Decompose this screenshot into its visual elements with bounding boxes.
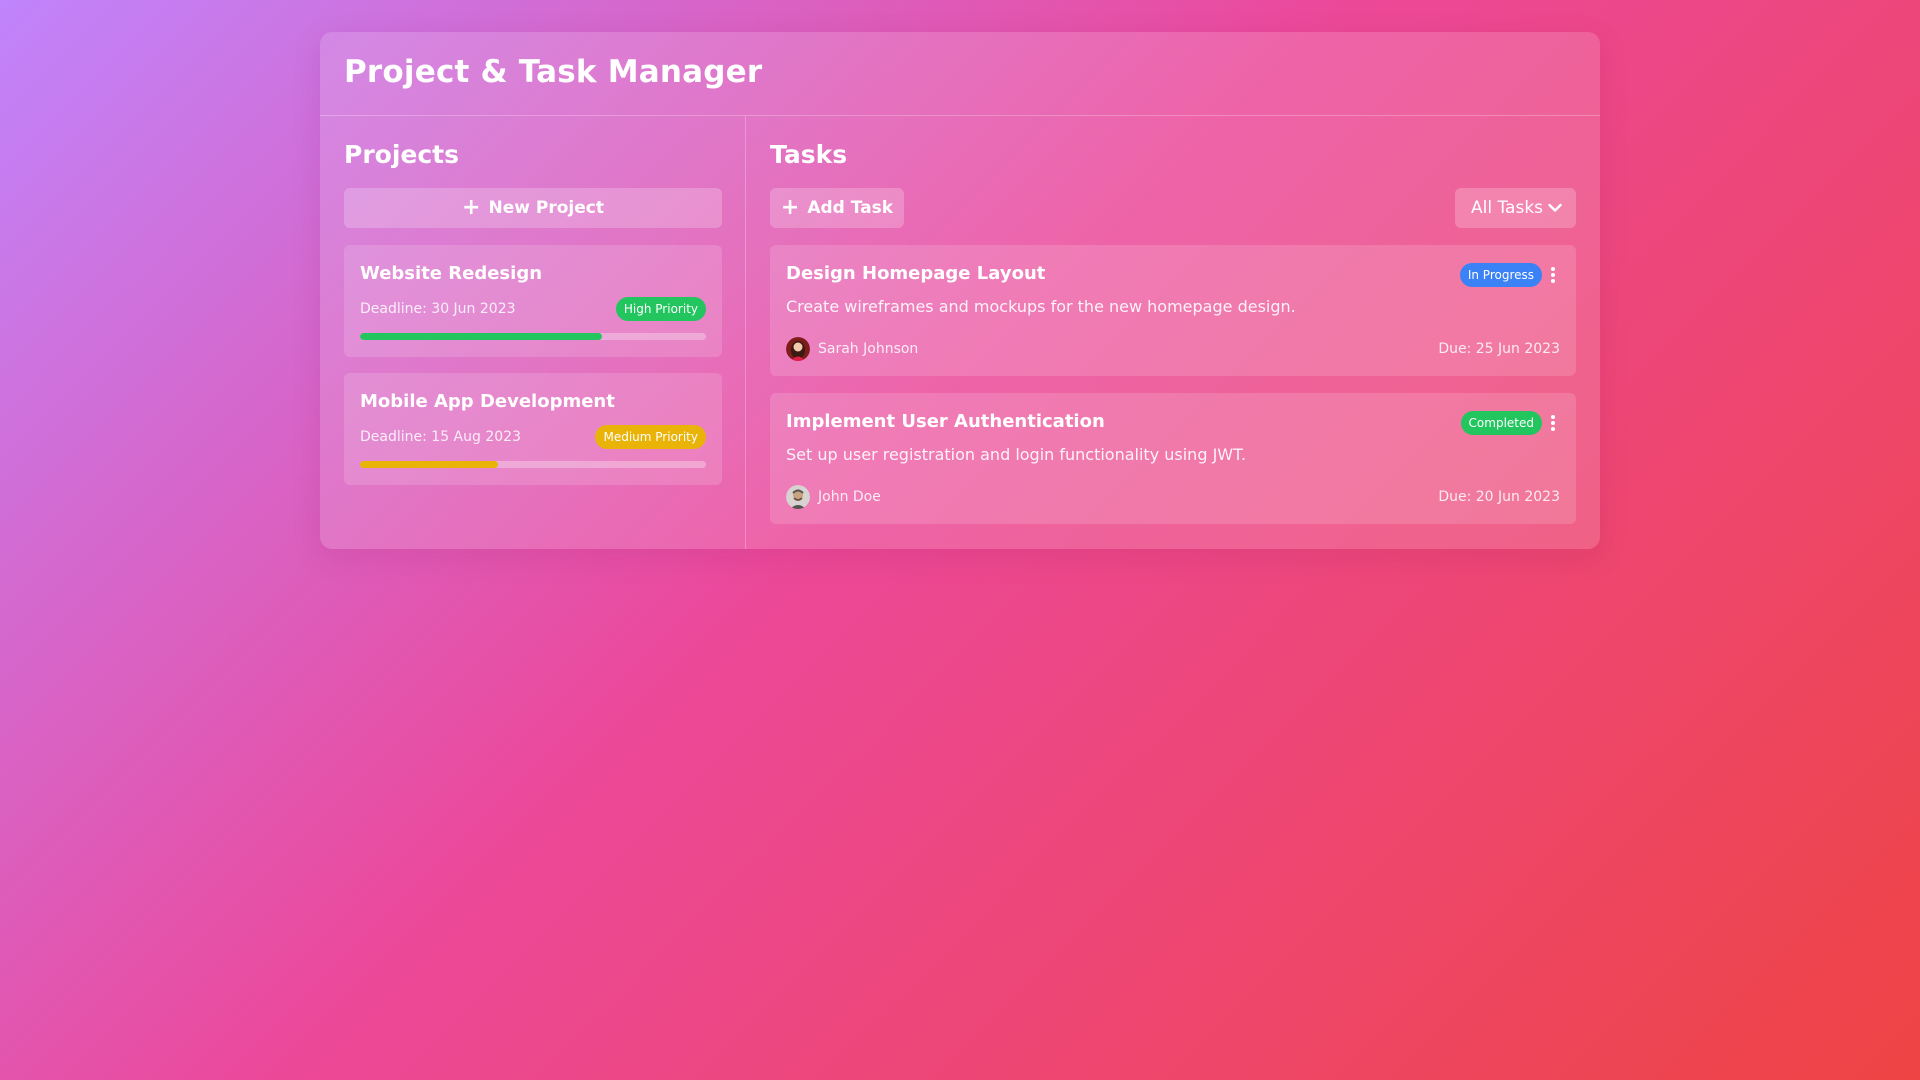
project-progress-bar <box>360 333 706 340</box>
project-name: Mobile App Development <box>360 391 615 412</box>
plus-icon: + <box>780 195 800 220</box>
project-progress-fill <box>360 461 499 468</box>
task-filter-value: All Tasks <box>1471 198 1544 218</box>
task-assignee: John Doe <box>786 485 881 509</box>
task-title: Implement User Authentication <box>786 411 1105 432</box>
app-window: Project & Task Manager Projects + New Pr… <box>320 32 1600 549</box>
project-card[interactable]: Mobile App Development Deadline: 15 Aug … <box>344 373 722 485</box>
avatar <box>786 337 810 361</box>
task-description: Set up user registration and login funct… <box>786 445 1247 464</box>
chevron-down-icon <box>1548 203 1562 212</box>
main-content: Projects + New Project Website Redesign … <box>320 116 1600 549</box>
tasks-toolbar: + Add Task All Tasks <box>770 188 1576 228</box>
task-card[interactable]: Implement User Authentication Completed … <box>770 393 1576 524</box>
projects-heading: Projects <box>344 140 460 169</box>
task-title: Design Homepage Layout <box>786 263 1046 284</box>
project-meta: Deadline: 15 Aug 2023 Medium Priority <box>360 425 706 449</box>
assignee-name: John Doe <box>818 489 881 505</box>
project-card[interactable]: Website Redesign Deadline: 30 Jun 2023 H… <box>344 245 722 357</box>
task-due-date: Due: 25 Jun 2023 <box>1438 341 1560 357</box>
new-project-label: New Project <box>488 198 604 218</box>
project-deadline: Deadline: 15 Aug 2023 <box>360 429 521 445</box>
add-task-button[interactable]: + Add Task <box>770 188 904 228</box>
tasks-panel: Tasks + Add Task All Tasks Design Homepa… <box>746 116 1600 549</box>
assignee-name: Sarah Johnson <box>818 341 919 357</box>
status-badge: Completed <box>1460 411 1542 435</box>
project-name: Website Redesign <box>360 263 543 284</box>
projects-panel: Projects + New Project Website Redesign … <box>320 116 746 549</box>
project-progress-bar <box>360 461 706 468</box>
app-title: Project & Task Manager <box>344 54 763 90</box>
task-card[interactable]: Design Homepage Layout In Progress Creat… <box>770 245 1576 376</box>
priority-badge: Medium Priority <box>595 425 706 449</box>
project-progress-fill <box>360 333 603 340</box>
tasks-heading: Tasks <box>770 140 848 169</box>
status-badge: In Progress <box>1459 263 1542 287</box>
task-filter-select[interactable]: All Tasks <box>1455 188 1576 228</box>
new-project-button[interactable]: + New Project <box>344 188 722 228</box>
task-due-date: Due: 20 Jun 2023 <box>1438 489 1560 505</box>
app-header: Project & Task Manager <box>320 32 1600 116</box>
more-options-icon[interactable] <box>1546 413 1560 433</box>
more-options-icon[interactable] <box>1546 265 1560 285</box>
task-description: Create wireframes and mockups for the ne… <box>786 297 1296 316</box>
task-assignee: Sarah Johnson <box>786 337 918 361</box>
priority-badge: High Priority <box>615 297 706 321</box>
project-deadline: Deadline: 30 Jun 2023 <box>360 301 516 317</box>
plus-icon: + <box>462 195 481 220</box>
add-task-label: Add Task <box>807 198 894 218</box>
project-meta: Deadline: 30 Jun 2023 High Priority <box>360 297 706 321</box>
avatar <box>786 485 810 509</box>
